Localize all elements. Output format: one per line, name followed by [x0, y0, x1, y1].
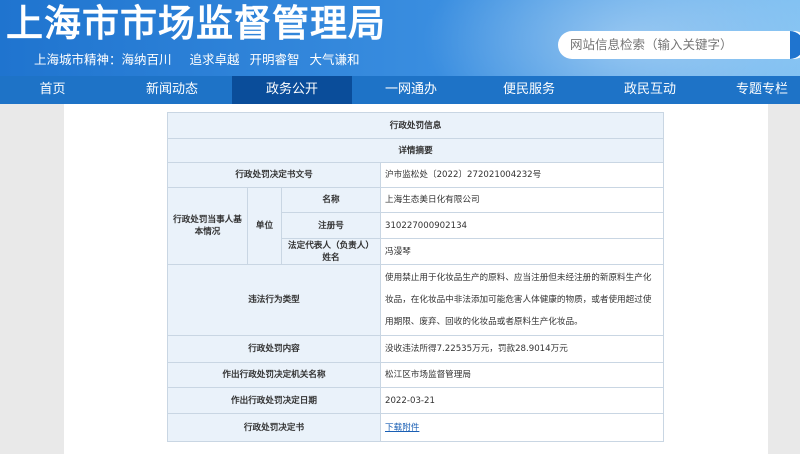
decision-no-label: 行政处罚决定书文号 — [167, 162, 381, 188]
nav-topics[interactable]: 专题专栏 — [712, 76, 800, 104]
download-attachment-link[interactable]: 下载附件 — [385, 423, 419, 433]
date-label: 作出行政处罚决定日期 — [167, 387, 381, 414]
decision-no-value: 沪市监松处〔2022〕272021004232号 — [379, 162, 665, 188]
agency-label: 作出行政处罚决定机关名称 — [167, 362, 381, 388]
nav-gov-info[interactable]: 政务公开 — [232, 76, 352, 104]
nav-one-stop[interactable]: 一网通办 — [352, 76, 470, 104]
search-input[interactable] — [558, 31, 800, 59]
party-label: 行政处罚当事人基本情况 — [167, 187, 248, 265]
motto-part: 上海城市精神：海纳百川 — [34, 52, 172, 67]
name-value: 上海生态美日化有限公司 — [379, 187, 665, 213]
search-button[interactable] — [790, 31, 800, 59]
city-motto: 上海城市精神：海纳百川 追求卓越 开明睿智 大气谦和 — [34, 52, 370, 68]
rep-value: 冯漫琴 — [379, 238, 665, 265]
content-value: 没收违法所得7.22535万元，罚款28.9014万元 — [379, 335, 665, 363]
reg-label: 注册号 — [281, 212, 381, 239]
agency-value: 松江区市场监督管理局 — [379, 362, 665, 388]
reg-value: 310227000902134 — [379, 212, 665, 239]
site-title: 上海市市场监督管理局 — [6, 2, 386, 45]
violation-value: 使用禁止用于化妆品生产的原料、应当注册但未经注册的新原料生产化妆品，在化妆品中非… — [379, 264, 665, 336]
content-label: 行政处罚内容 — [167, 335, 381, 363]
unit-label: 单位 — [247, 187, 282, 265]
rep-label: 法定代表人（负责人）姓名 — [281, 238, 381, 265]
penalty-info-table: 行政处罚信息 详情摘要 行政处罚决定书文号 沪市监松处〔2022〕2720210… — [166, 112, 665, 442]
doc-label: 行政处罚决定书 — [167, 413, 381, 442]
nav-interaction[interactable]: 政民互动 — [590, 76, 710, 104]
doc-cell: 下载附件 — [379, 413, 665, 442]
date-value: 2022-03-21 — [379, 387, 665, 414]
motto-part: 开明睿智 — [249, 52, 300, 67]
nav-news[interactable]: 新闻动态 — [117, 76, 227, 104]
motto-part: 大气谦和 — [309, 52, 360, 67]
main-nav: 首页 新闻动态 政务公开 一网通办 便民服务 政民互动 专题专栏 — [0, 76, 800, 104]
violation-label: 违法行为类型 — [167, 264, 381, 336]
table-title: 行政处罚信息 — [166, 112, 665, 139]
nav-home[interactable]: 首页 — [0, 76, 105, 104]
name-label: 名称 — [281, 187, 381, 213]
nav-services[interactable]: 便民服务 — [470, 76, 588, 104]
section-title: 详情摘要 — [166, 138, 665, 163]
motto-part: 追求卓越 — [189, 52, 240, 67]
